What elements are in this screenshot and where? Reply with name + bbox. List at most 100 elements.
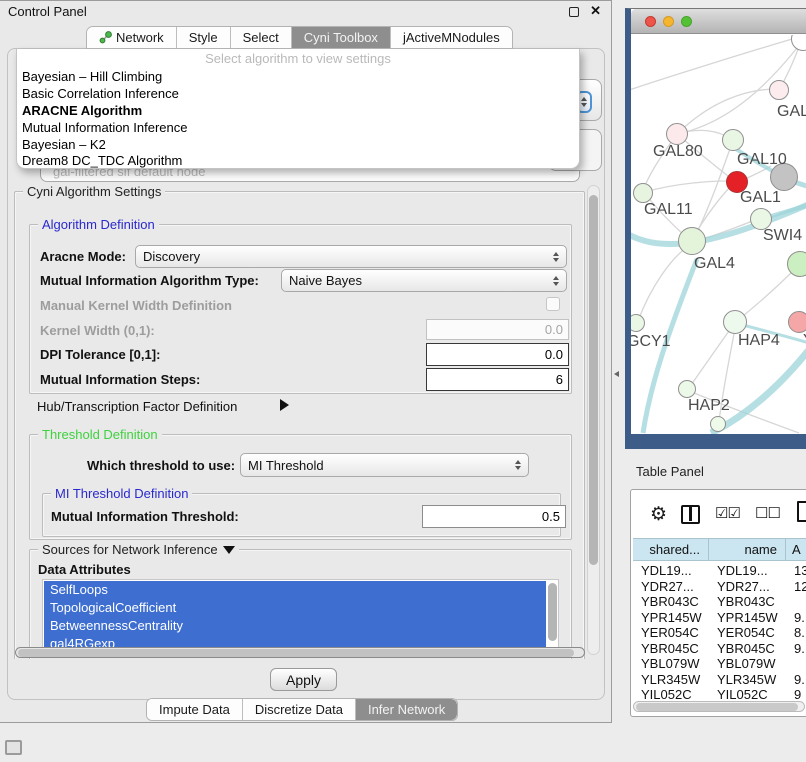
network-node[interactable] — [666, 123, 688, 145]
table-cell[interactable] — [786, 656, 806, 672]
table-cell[interactable]: YPR145W — [709, 610, 786, 626]
list-item[interactable]: BetweennessCentrality — [44, 617, 546, 635]
table-cell[interactable]: YPR145W — [633, 610, 709, 626]
tab-select[interactable]: Select — [230, 27, 291, 48]
table-cell[interactable]: 8. — [786, 625, 806, 641]
dropdown-item[interactable]: Bayesian – K2 — [22, 137, 106, 152]
float-window-icon[interactable] — [569, 7, 579, 17]
network-node[interactable] — [787, 251, 806, 277]
list-item[interactable]: TopologicalCoefficient — [44, 599, 546, 617]
column-header-shared-name[interactable]: shared... — [633, 538, 709, 561]
tab-jactivemnodules[interactable]: jActiveMNodules — [390, 27, 512, 48]
list-scrollbar[interactable] — [548, 583, 557, 641]
kernel-width-field[interactable]: 0.0 — [426, 319, 569, 340]
node-label: GAL1 — [740, 189, 781, 207]
tab-style[interactable]: Style — [176, 27, 230, 48]
mi-steps-field[interactable]: 6 — [426, 368, 569, 391]
list-item[interactable]: SelfLoops — [44, 581, 546, 599]
table-cell[interactable]: 9 — [786, 687, 806, 700]
table-cell[interactable]: YBL079W — [633, 656, 709, 672]
node-label: GAL — [777, 103, 806, 121]
table-cell[interactable]: YER054C — [633, 625, 709, 641]
close-icon[interactable]: ✕ — [590, 3, 601, 19]
zoom-traffic-light[interactable] — [681, 16, 692, 27]
table-cell[interactable]: 9. — [786, 672, 806, 688]
table-cell[interactable]: YDL19... — [709, 563, 786, 579]
sources-group-title[interactable]: Sources for Network Inference — [38, 542, 239, 557]
which-threshold-combo[interactable]: MI Threshold — [240, 453, 529, 477]
which-threshold-label: Which threshold to use: — [87, 458, 235, 473]
tab-network[interactable]: Network — [87, 27, 176, 48]
settings-horizontal-scrollbar[interactable] — [15, 647, 585, 658]
tab-infer-network[interactable]: Infer Network — [355, 699, 457, 720]
deselect-all-boxes-icon[interactable]: ☐☐ — [755, 504, 780, 522]
hub-definition-expander-label[interactable]: Hub/Transcription Factor Definition — [37, 399, 237, 414]
table-cell[interactable]: YBL079W — [709, 656, 786, 672]
column-layout-icon[interactable] — [681, 505, 700, 524]
group-title: Algorithm Definition — [38, 217, 159, 232]
close-traffic-light[interactable] — [645, 16, 656, 27]
table-cell[interactable]: YBR043C — [709, 594, 786, 610]
column-header-name[interactable]: name — [709, 538, 786, 561]
tab-impute-data[interactable]: Impute Data — [147, 699, 242, 720]
dpi-tolerance-field[interactable]: 0.0 — [426, 343, 569, 366]
table-panel: ⚙ ☑☑ ☐☐ shared... name A YDL19... YDL19.… — [630, 489, 806, 717]
settings-gear-icon[interactable]: ⚙ — [650, 503, 667, 526]
table-cell[interactable]: YDR27... — [709, 579, 786, 595]
table-cell[interactable]: YBR045C — [633, 641, 709, 657]
dropdown-item[interactable]: Dream8 DC_TDC Algorithm — [22, 153, 182, 168]
table-cell[interactable]: 9. — [786, 641, 806, 657]
aracne-mode-combo[interactable]: Discovery — [135, 245, 567, 268]
tab-cyni-toolbox[interactable]: Cyni Toolbox — [291, 27, 390, 48]
table-cell[interactable] — [786, 594, 806, 610]
table-cell[interactable]: 9. — [786, 610, 806, 626]
tab-label: Discretize Data — [255, 699, 343, 720]
manual-kernel-checkbox[interactable] — [546, 297, 560, 311]
table-cell[interactable]: YIL052C — [633, 687, 709, 700]
table-cell[interactable]: 12 — [786, 579, 806, 595]
mi-threshold-field[interactable]: 0.5 — [422, 505, 566, 528]
network-window-titlebar[interactable] — [631, 9, 806, 34]
dropdown-item-selected[interactable]: ARACNE Algorithm — [22, 103, 142, 118]
dropdown-item[interactable]: Bayesian – Hill Climbing — [22, 69, 162, 84]
export-file-icon[interactable] — [797, 501, 806, 522]
scrollbar-thumb[interactable] — [589, 195, 598, 565]
splitter-collapse-arrow[interactable] — [614, 371, 619, 377]
tab-label: Cyni Toolbox — [304, 27, 378, 48]
table-cell[interactable]: YLR345W — [709, 672, 786, 688]
table-cell[interactable]: YBR045C — [709, 641, 786, 657]
collapsed-panel-icon[interactable] — [5, 740, 22, 755]
settings-vertical-scrollbar[interactable] — [587, 185, 600, 655]
table-cell[interactable]: 13 — [786, 563, 806, 579]
table-cell[interactable]: YLR345W — [633, 672, 709, 688]
apply-button[interactable]: Apply — [270, 668, 337, 691]
table-cell[interactable]: YDR27... — [633, 579, 709, 595]
network-node[interactable] — [678, 227, 706, 255]
network-node[interactable] — [723, 310, 747, 334]
table-cell[interactable]: YER054C — [709, 625, 786, 641]
expander-collapsed-icon[interactable] — [280, 399, 289, 411]
node-label: GAL80 — [653, 143, 703, 161]
table-cell[interactable]: YDL19... — [633, 563, 709, 579]
table-cell[interactable]: YBR043C — [633, 594, 709, 610]
column-header-clipped[interactable]: A — [786, 538, 806, 561]
tab-discretize-data[interactable]: Discretize Data — [242, 699, 355, 720]
table-horizontal-scrollbar[interactable] — [633, 701, 805, 712]
scrollbar-thumb[interactable] — [636, 703, 798, 711]
network-node[interactable] — [633, 183, 653, 203]
dropdown-item[interactable]: Basic Correlation Inference — [22, 86, 179, 101]
network-node[interactable] — [769, 80, 789, 100]
combo-stepper-icon — [553, 276, 559, 286]
select-all-checks-icon[interactable]: ☑☑ — [715, 504, 740, 522]
network-node[interactable] — [678, 380, 696, 398]
network-node[interactable] — [788, 311, 806, 333]
network-node[interactable] — [710, 416, 726, 432]
apply-label: Apply — [286, 672, 321, 688]
minimize-traffic-light[interactable] — [663, 16, 674, 27]
dropdown-item[interactable]: Mutual Information Inference — [22, 120, 187, 135]
mi-type-combo[interactable]: Naive Bayes — [281, 269, 567, 292]
network-canvas[interactable]: GAL GAL80 GAL10 GAL1 GAL11 SWI4 GAL4 GCY… — [631, 35, 806, 434]
table-cell[interactable]: YIL052C — [709, 687, 786, 700]
scrollbar-thumb[interactable] — [18, 649, 574, 657]
network-node[interactable] — [722, 129, 744, 151]
